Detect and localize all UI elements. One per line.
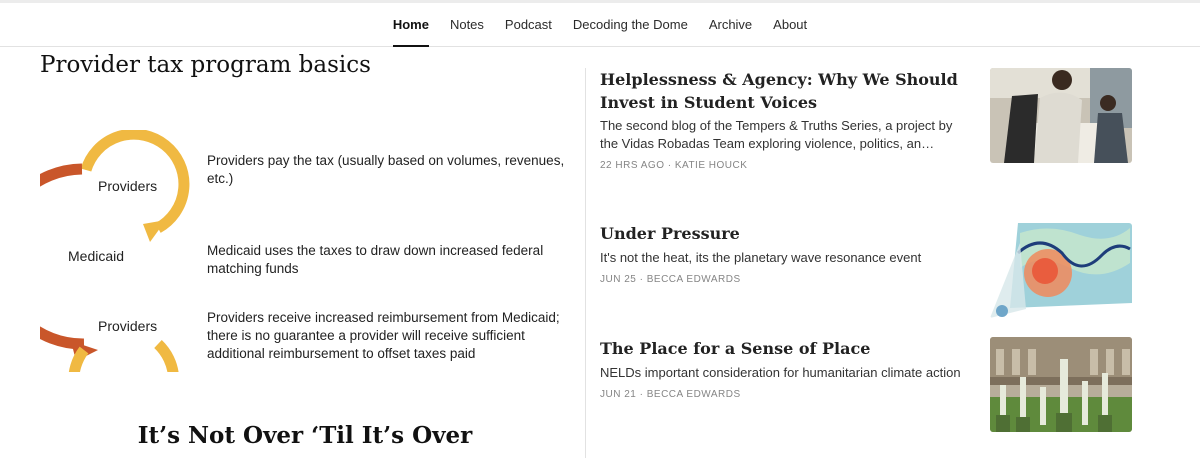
nav-podcast[interactable]: Podcast [505,3,552,47]
nav-decoding-the-dome[interactable]: Decoding the Dome [573,3,688,47]
nav-about[interactable]: About [773,3,807,47]
featured-post-title[interactable]: It’s Not Over ‘Til It’s Over [0,422,585,449]
cycle-label-providers-bottom: Providers [98,318,158,334]
post-subtitle: NELDs important consideration for humani… [600,365,961,380]
post-item[interactable]: Helplessness & Agency: Why We Should Inv… [600,68,1140,171]
post-item[interactable]: Under Pressure It's not the heat, its th… [600,222,1140,318]
post-thumbnail-weather-map[interactable] [990,223,1132,318]
nav-notes[interactable]: Notes [450,3,484,47]
cycle-label-medicaid: Medicaid [68,248,125,264]
featured-post[interactable]: Provider tax program basics Providers Me… [0,48,585,458]
column-divider [585,68,586,458]
cycle-label-providers-top: Providers [98,178,158,194]
nav-archive[interactable]: Archive [709,3,752,47]
slide-title: Provider tax program basics [40,52,371,78]
step-description-1: Providers pay the tax (usually based on … [207,153,565,186]
top-nav: Home Notes Podcast Decoding the Dome Arc… [0,3,1200,47]
post-title[interactable]: Under Pressure [600,222,970,245]
nav-home[interactable]: Home [392,3,430,47]
post-title[interactable]: Helplessness & Agency: Why We Should Inv… [600,68,970,114]
post-title[interactable]: The Place for a Sense of Place [600,337,970,360]
post-thumbnail-students[interactable] [990,68,1132,163]
step-description-3: Providers receive increased reimbursemen… [207,310,560,361]
post-thumbnail-cloister-garden[interactable] [990,337,1132,432]
step-description-2: Medicaid uses the taxes to draw down inc… [207,243,544,276]
post-subtitle: It's not the heat, its the planetary wav… [600,250,922,265]
provider-tax-cycle-diagram: Providers Medicaid Providers [0,128,200,436]
post-subtitle: The second blog of the Tempers & Truths … [600,118,953,151]
post-item[interactable]: The Place for a Sense of Place NELDs imp… [600,337,1140,432]
